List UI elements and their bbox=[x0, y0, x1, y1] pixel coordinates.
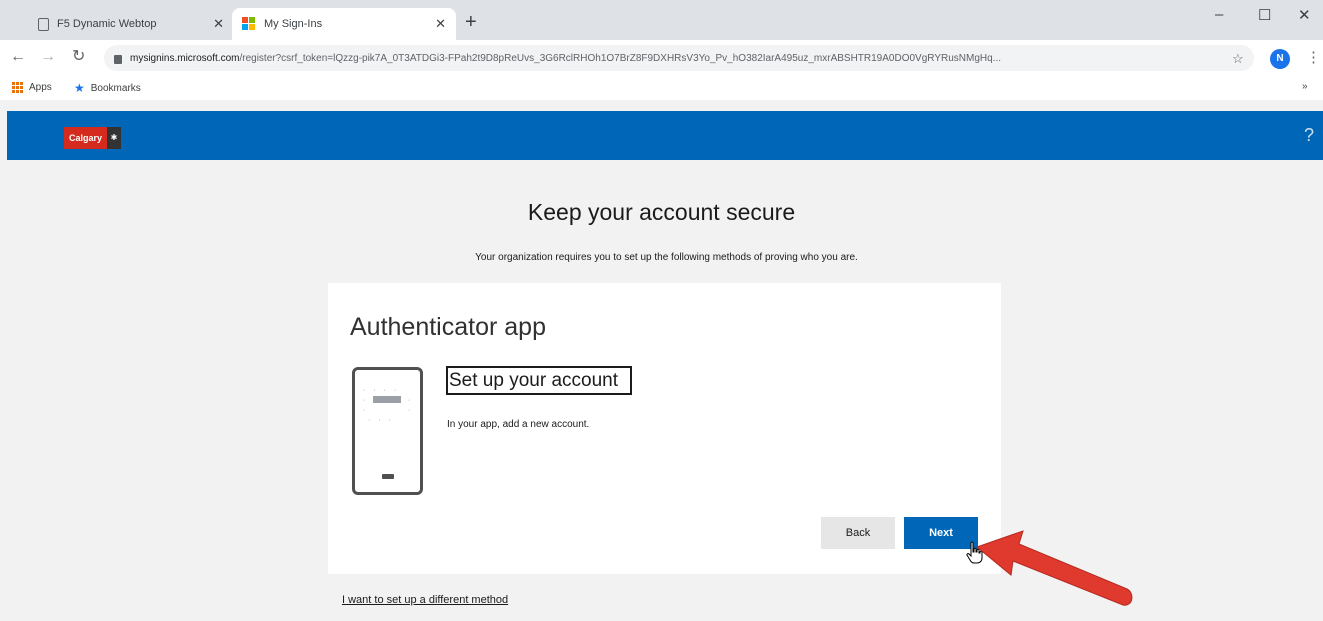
close-icon[interactable]: ✕ bbox=[213, 16, 224, 32]
apps-grid-icon bbox=[12, 82, 23, 93]
url-host: mysignins.microsoft.com bbox=[130, 52, 240, 64]
maximize-button[interactable]: ☐ bbox=[1258, 6, 1271, 24]
app-header: Calgary ✱ ? bbox=[7, 111, 1323, 160]
profile-avatar[interactable]: N bbox=[1270, 49, 1290, 69]
bookmark-star-icon[interactable]: ☆ bbox=[1232, 51, 1244, 67]
tab-title: My Sign-Ins bbox=[264, 18, 323, 30]
tab-f5-dynamic-webtop[interactable]: F5 Dynamic Webtop ✕ bbox=[28, 8, 234, 40]
page-title: Keep your account secure bbox=[527, 199, 796, 225]
browser-toolbar: ← → ↻ mysignins.microsoft.com /register?… bbox=[0, 40, 1323, 76]
lock-icon bbox=[114, 54, 122, 64]
close-icon[interactable]: ✕ bbox=[435, 16, 446, 32]
bookmarks-label: Bookmarks bbox=[90, 82, 141, 94]
phone-screen-bar bbox=[373, 396, 401, 403]
bookmarks-folder[interactable]: ★ Bookmarks bbox=[74, 81, 141, 95]
bookmarks-overflow-icon[interactable]: » bbox=[1302, 81, 1308, 92]
url-path: /register?csrf_token=lQzzg-pik7A_0T3ATDG… bbox=[239, 52, 1001, 64]
forward-arrow-icon[interactable]: → bbox=[40, 48, 56, 66]
bookmarks-bar: Apps ★ Bookmarks » bbox=[0, 76, 1323, 100]
help-icon[interactable]: ? bbox=[1304, 125, 1314, 146]
address-bar[interactable]: mysignins.microsoft.com /register?csrf_t… bbox=[104, 45, 1254, 71]
phone-home-button bbox=[382, 474, 394, 479]
close-window-button[interactable]: ✕ bbox=[1298, 6, 1311, 24]
qr-dots: · · · · · · · · · · · bbox=[363, 387, 414, 424]
new-tab-button[interactable]: + bbox=[465, 12, 477, 32]
apps-label: Apps bbox=[29, 82, 52, 93]
star-icon: ★ bbox=[74, 81, 85, 95]
card-title: Authenticator app bbox=[350, 313, 546, 341]
page-subtitle: Your organization requires you to set up… bbox=[475, 252, 858, 263]
reload-icon[interactable]: ↻ bbox=[72, 48, 85, 66]
menu-kebab-icon[interactable]: ⋮ bbox=[1306, 48, 1321, 66]
tab-title: F5 Dynamic Webtop bbox=[57, 18, 157, 30]
step-description: In your app, add a new account. bbox=[447, 419, 590, 430]
tab-my-sign-ins[interactable]: My Sign-Ins ✕ bbox=[232, 8, 456, 40]
document-icon bbox=[38, 17, 49, 31]
microsoft-icon bbox=[242, 17, 256, 31]
annotation-arrow-icon bbox=[975, 530, 1133, 606]
logo-emblem-icon: ✱ bbox=[107, 127, 122, 149]
logo-text: Calgary bbox=[64, 127, 108, 149]
minimize-button[interactable]: – bbox=[1215, 6, 1223, 23]
browser-tab-strip: F5 Dynamic Webtop ✕ My Sign-Ins ✕ + – ☐ … bbox=[0, 0, 1323, 40]
back-button[interactable]: Back bbox=[821, 517, 895, 549]
organization-logo: Calgary ✱ bbox=[64, 127, 122, 149]
different-method-link[interactable]: I want to set up a different method bbox=[342, 594, 508, 606]
step-title: Set up your account bbox=[446, 366, 632, 395]
phone-illustration-icon: · · · · · · · · · · · bbox=[352, 367, 423, 495]
back-arrow-icon[interactable]: ← bbox=[10, 48, 26, 66]
apps-shortcut[interactable]: Apps bbox=[12, 82, 52, 93]
